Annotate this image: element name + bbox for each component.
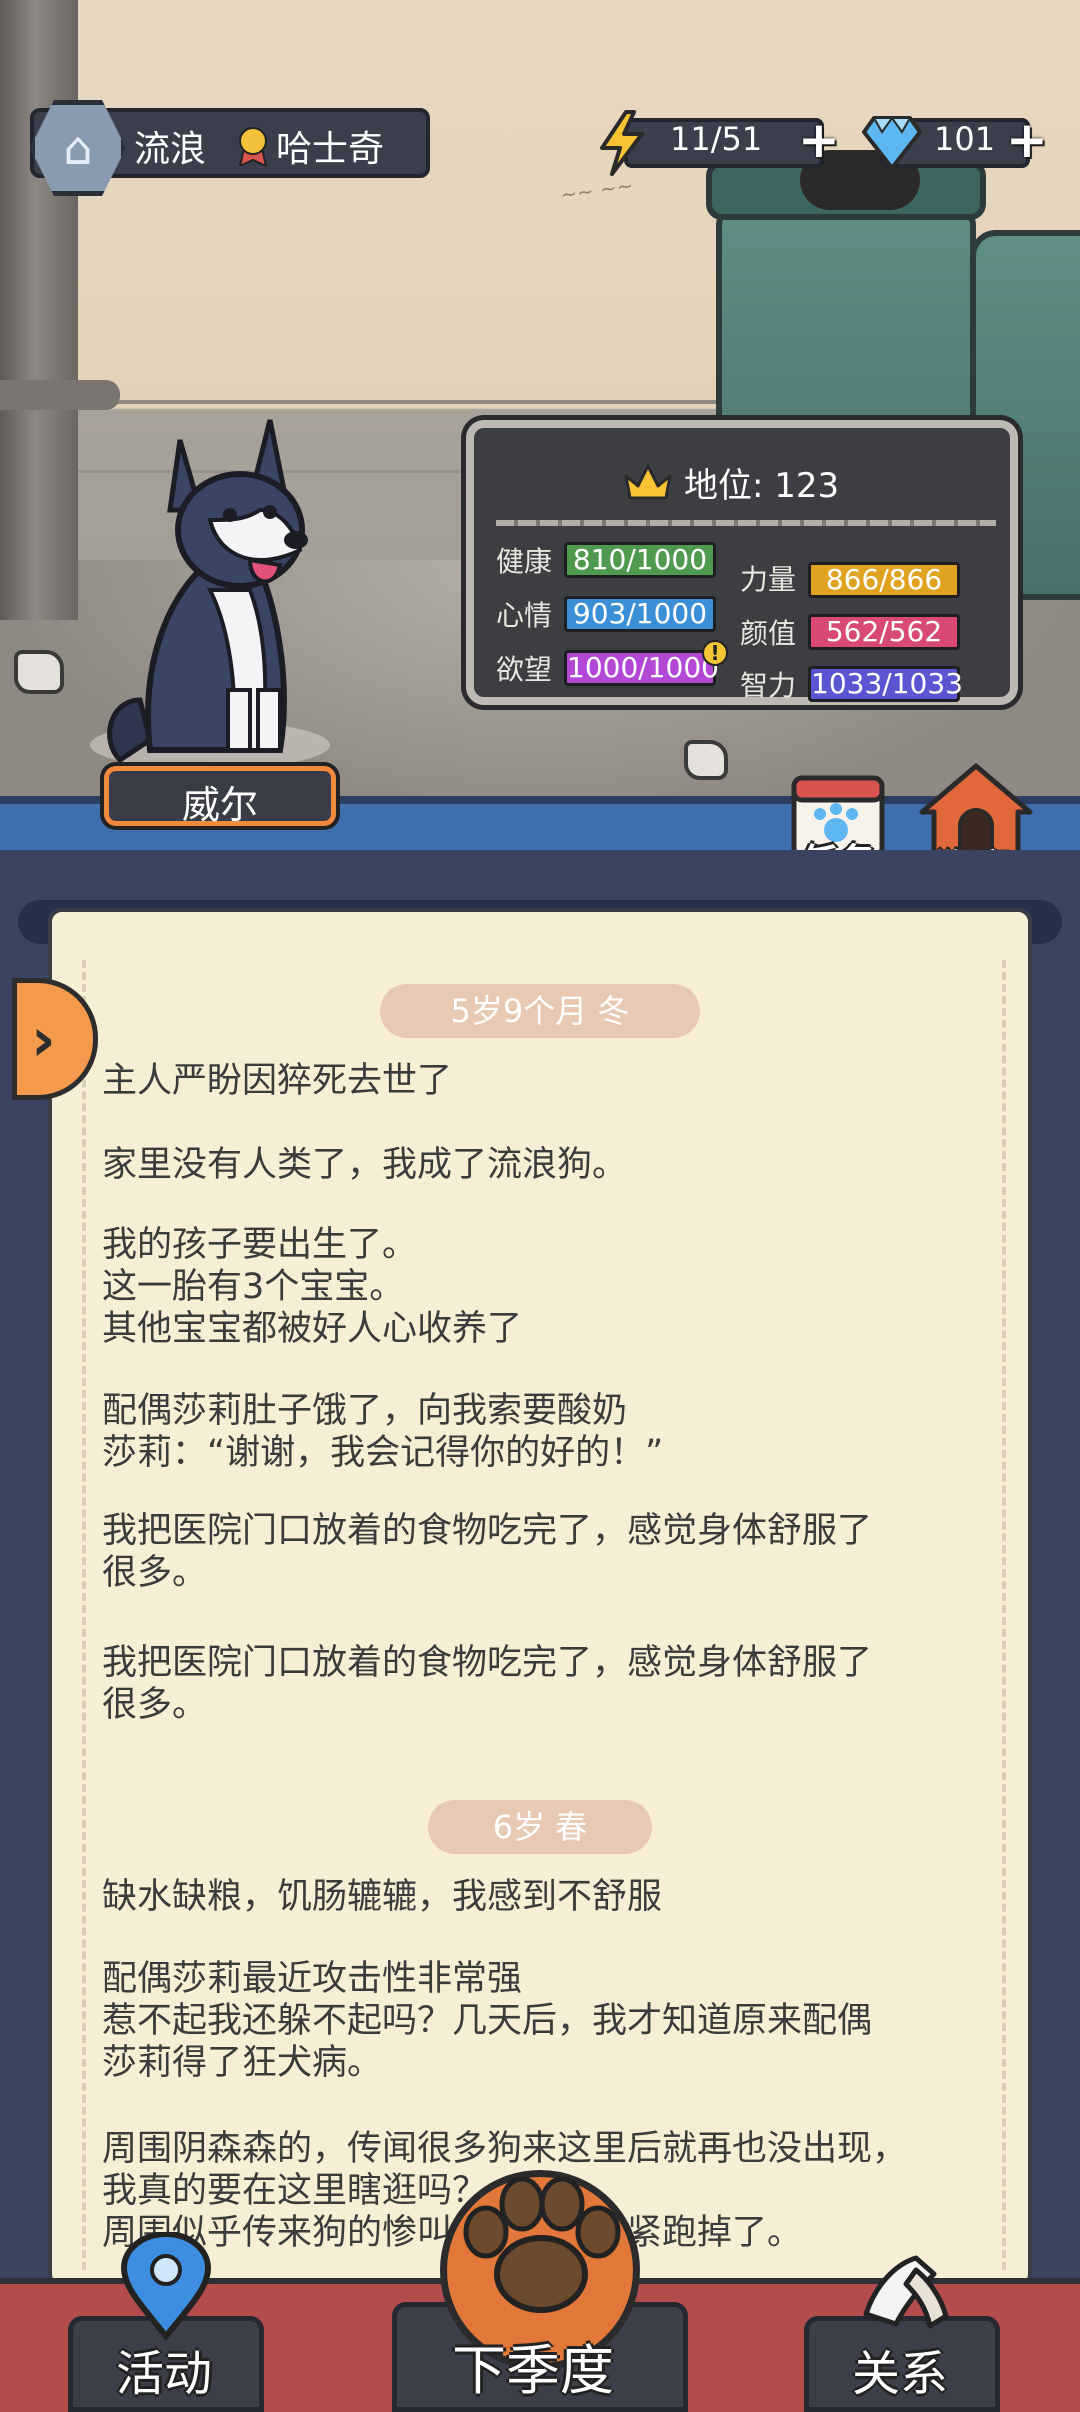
- crown-icon: [624, 464, 672, 500]
- lightning-icon: [600, 110, 644, 176]
- husky-dog[interactable]: [60, 400, 360, 780]
- status-board: 地位: 123 健康 810/1000 力量 866/866 心情 903/10…: [466, 420, 1018, 705]
- handshake-icon: [863, 2255, 949, 2329]
- medal-icon: [238, 127, 268, 166]
- journal-entry: 主人严盼因猝死去世了: [102, 1061, 453, 1101]
- stat-mood: 903/1000: [564, 596, 716, 632]
- journal-entry: 配偶莎莉肚子饿了，向我索要酸奶 莎莉：“谢谢，我会记得你的好的！”: [102, 1391, 664, 1473]
- gem-value: 101: [934, 120, 996, 158]
- stat-label-strength: 力量: [740, 563, 797, 596]
- chevron-right-icon: ›: [31, 1005, 56, 1075]
- status-label: 流浪: [134, 129, 207, 170]
- stat-label-mood: 心情: [496, 599, 553, 632]
- stat-label-desire: 欲望: [496, 653, 553, 686]
- stray-icon: ⌂: [63, 121, 93, 175]
- journal-entry: 配偶莎莉最近攻击性非常强 惹不起我还躲不起吗？几天后，我才知道原来配偶 莎莉得了…: [102, 1959, 873, 2083]
- energy-value: 11/51: [670, 120, 763, 158]
- wall-graffiti: ~~ ~~: [558, 173, 635, 207]
- stat-label-intelligence: 智力: [740, 669, 797, 702]
- diamond-icon: [862, 116, 922, 170]
- stat-looks: 562/562: [808, 614, 960, 650]
- journal-entry: 我把医院门口放着的食物吃完了，感觉身体舒服了 很多。: [102, 1511, 873, 1593]
- journal-entry: 家里没有人类了，我成了流浪狗。: [102, 1145, 628, 1185]
- paper-dash-left: [82, 960, 86, 2270]
- stat-label-looks: 颜值: [740, 617, 797, 650]
- paper-dash-right: [1002, 960, 1006, 2270]
- stat-desire: 1000/1000: [564, 650, 719, 686]
- dog-name: 威尔: [181, 783, 258, 827]
- activity-label: 活动: [116, 2346, 213, 2402]
- stat-health: 810/1000: [564, 542, 716, 578]
- paw-icon: [463, 2176, 621, 2313]
- rock: [684, 740, 728, 780]
- breed-label: 哈士奇: [276, 129, 385, 170]
- rank-title: 地位: 123: [684, 466, 840, 506]
- next-season-label: 下季度: [452, 2339, 614, 2402]
- journal-entry: 我的孩子要出生了。 这一胎有3个宝宝。 其他宝宝都被好人心收养了: [102, 1225, 523, 1349]
- age-season-tag: 5岁9个月 冬: [380, 984, 700, 1038]
- rock: [14, 650, 64, 694]
- stat-label-health: 健康: [496, 545, 553, 578]
- stat-intelligence: 1033/1033: [808, 666, 963, 702]
- journal-entry: 我把医院门口放着的食物吃完了，感觉身体舒服了 很多。: [102, 1643, 873, 1725]
- warning-icon: !: [702, 640, 728, 666]
- stat-strength: 866/866: [808, 562, 960, 598]
- board-divider: [496, 520, 996, 526]
- map-pin-icon: [120, 2232, 212, 2341]
- add-gems-button[interactable]: +: [1004, 115, 1050, 165]
- journal-entry: 缺水缺粮，饥肠辘辘，我感到不舒服: [102, 1877, 663, 1917]
- add-energy-button[interactable]: +: [796, 115, 842, 165]
- age-season-tag: 6岁 春: [428, 1800, 652, 1854]
- relations-label: 关系: [852, 2346, 949, 2402]
